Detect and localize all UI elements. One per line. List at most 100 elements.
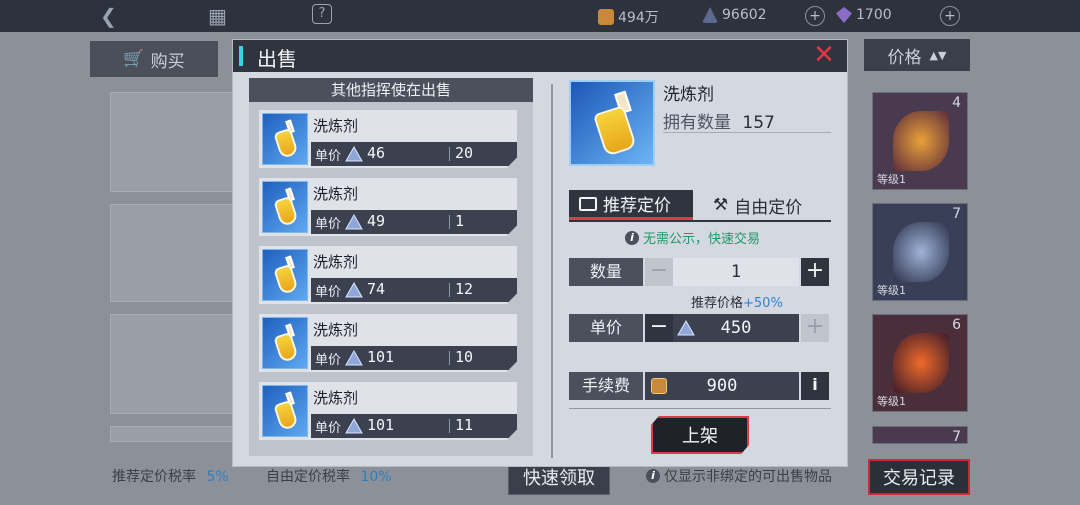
weapon-art-icon xyxy=(893,111,949,171)
sort-arrows-icon: ▲▼ xyxy=(929,48,947,62)
gem-resource: 96602 xyxy=(702,7,767,23)
monitor-icon xyxy=(579,196,597,211)
bg-card xyxy=(110,204,238,302)
tip-text: 无需公示，快速交易 xyxy=(643,232,761,247)
help-icon[interactable]: ? xyxy=(312,4,332,24)
listing-name: 洗炼剂 xyxy=(313,389,359,407)
tab-free-price[interactable]: ⚒ 自由定价 xyxy=(703,190,833,220)
tab-buy[interactable]: 🛒 购买 xyxy=(90,41,218,77)
fee-info-button[interactable]: i xyxy=(801,372,829,400)
top-bar: ❮ ▦ ? 494万 96602 + 1700 + xyxy=(0,0,1080,32)
add-gem-button[interactable]: + xyxy=(805,6,825,26)
diamond-icon xyxy=(836,7,852,23)
gem-pyramid-icon xyxy=(345,350,363,366)
listing-name: 洗炼剂 xyxy=(313,117,359,135)
panel-divider xyxy=(551,84,553,458)
header-accent-bar xyxy=(239,46,243,66)
tab-recommend-price[interactable]: 推荐定价 xyxy=(569,190,693,220)
suggested-price-note: 推荐价格+50% xyxy=(691,292,783,311)
trade-record-label: 交易记录 xyxy=(883,468,955,489)
quantity-input[interactable]: 1 xyxy=(673,258,799,286)
suggest-percent: +50% xyxy=(743,296,783,311)
diamond-amount: 1700 xyxy=(856,7,892,23)
item-grade: 等级1 xyxy=(877,173,906,186)
info-icon: i xyxy=(625,230,639,245)
fee-display: 900 xyxy=(645,372,799,400)
qty-separator xyxy=(449,419,450,433)
list-item[interactable]: 洗炼剂 单价 46 20 xyxy=(259,110,517,168)
bg-item[interactable]: 7 xyxy=(872,426,968,445)
unit-price-label: 单价 xyxy=(569,314,643,342)
list-item[interactable]: 洗炼剂 单价 101 11 xyxy=(259,382,517,440)
gold-coin-icon xyxy=(651,378,667,394)
list-item[interactable]: 洗炼剂 单价 101 10 xyxy=(259,314,517,372)
qty-separator xyxy=(449,147,450,161)
list-item[interactable]: 洗炼剂 单价 74 12 xyxy=(259,246,517,304)
gold-amount: 494万 xyxy=(618,10,659,26)
tax-recommend-value: 5% xyxy=(206,469,229,485)
list-for-sale-button[interactable]: 上架 xyxy=(651,416,749,454)
flask-icon xyxy=(265,320,305,366)
item-thumbnail xyxy=(262,385,308,437)
fee-value: 900 xyxy=(706,376,738,396)
listing-price: 101 xyxy=(367,416,395,434)
tax-free-label: 自由定价税率 xyxy=(266,469,350,485)
bg-card xyxy=(110,314,238,414)
item-thumbnail xyxy=(262,249,308,301)
owned-count: 157 xyxy=(742,113,775,133)
item-level: 4 xyxy=(952,95,961,111)
item-grade: 等级1 xyxy=(877,284,906,297)
fee-label: 手续费 xyxy=(569,372,643,400)
bg-item[interactable]: 4 等级1 xyxy=(872,92,968,190)
back-arrow-icon[interactable]: ❮ xyxy=(100,4,117,28)
listing-price-bar: 单价 101 10 xyxy=(311,346,517,370)
other-sellers-list: 其他指挥使在出售 洗炼剂 单价 46 20 洗炼剂 单价 49 1 洗炼剂 单价… xyxy=(249,78,533,456)
gem-pyramid-icon xyxy=(345,146,363,162)
listing-qty: 1 xyxy=(455,212,465,230)
quantity-plus-button[interactable]: + xyxy=(801,258,829,286)
qty-separator xyxy=(449,351,450,365)
gem-pyramid-icon xyxy=(345,282,363,298)
listing-qty: 10 xyxy=(455,348,474,366)
sell-filter-note: i 仅显示非绑定的可出售物品 xyxy=(646,466,832,486)
listing-name: 洗炼剂 xyxy=(313,185,359,203)
gem-pyramid-icon xyxy=(345,418,363,434)
price-label: 单价 xyxy=(315,421,342,436)
bg-item[interactable]: 7 等级1 xyxy=(872,203,968,301)
flask-icon xyxy=(265,252,305,298)
gem-amount: 96602 xyxy=(722,7,767,23)
close-button[interactable]: ✕ xyxy=(811,42,837,69)
item-name: 洗炼剂 xyxy=(663,85,714,105)
listing-price: 74 xyxy=(367,280,386,298)
quantity-minus-button[interactable]: − xyxy=(645,258,673,286)
price-plus-button[interactable]: + xyxy=(801,314,829,342)
quick-claim-label: 快速领取 xyxy=(523,468,595,489)
bg-card xyxy=(110,92,238,192)
item-level: 6 xyxy=(952,317,961,333)
unit-price-value: 450 xyxy=(720,318,752,338)
listing-qty: 11 xyxy=(455,416,474,434)
item-level: 7 xyxy=(952,206,961,222)
quantity-row: 数量 − 1 + xyxy=(569,258,831,286)
listing-name: 洗炼剂 xyxy=(313,253,359,271)
list-item[interactable]: 洗炼剂 单价 49 1 xyxy=(259,178,517,236)
city-icon[interactable]: ▦ xyxy=(208,4,227,28)
no-announce-tip: i 无需公示，快速交易 xyxy=(625,228,760,247)
item-thumbnail-large xyxy=(569,80,655,166)
listing-price: 49 xyxy=(367,212,386,230)
bg-item[interactable]: 6 等级1 xyxy=(872,314,968,412)
price-label: 单价 xyxy=(315,217,342,232)
trade-record-button[interactable]: 交易记录 xyxy=(868,459,970,495)
tab-recommend-label: 推荐定价 xyxy=(603,196,671,216)
weapon-art-icon xyxy=(893,333,949,393)
price-minus-button[interactable]: − xyxy=(645,314,673,342)
flask-icon xyxy=(265,116,305,162)
tax-free: 自由定价税率 10% xyxy=(266,466,392,486)
qty-separator xyxy=(449,283,450,297)
diamond-resource: 1700 xyxy=(836,7,892,23)
add-diamond-button[interactable]: + xyxy=(940,6,960,26)
unit-price-input[interactable]: 450 xyxy=(673,314,799,342)
sort-price-button[interactable]: 价格 ▲▼ xyxy=(864,39,970,71)
listing-price-bar: 单价 49 1 xyxy=(311,210,517,234)
gavel-icon: ⚒ xyxy=(713,195,729,215)
